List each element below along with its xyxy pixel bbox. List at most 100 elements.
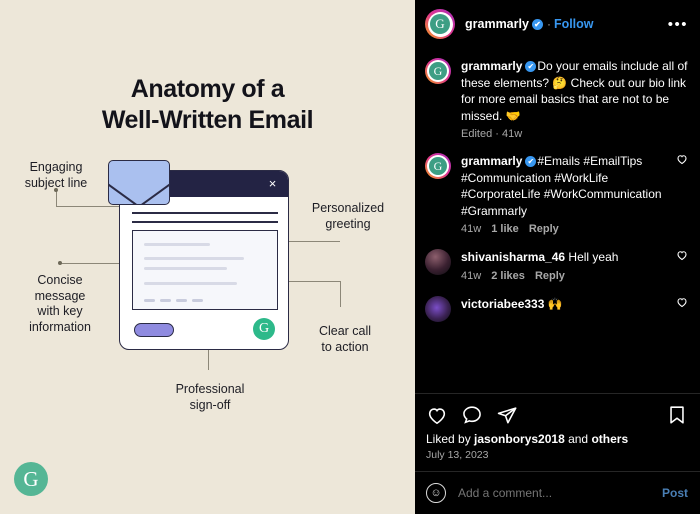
grammarly-badge-icon: G [253,318,275,340]
comment-meta: 41w 2 likes Reply [461,270,670,282]
email-send-button[interactable] [134,323,174,337]
callout-clear-call-to-action: Clear call to action [300,324,390,355]
like-comment-icon[interactable] [676,249,688,261]
comment-username[interactable]: shivanisharma_46 [461,250,565,264]
comment-text: grammarly ✔ #Emails #EmailTips #Communicat… [461,153,670,219]
likes-username[interactable]: jasonborys2018 [474,432,565,446]
connector-subject-line-stem [56,190,57,207]
add-comment-bar: ☺ Post [415,471,700,514]
avatar [425,295,451,322]
post-date: July 13, 2023 [426,449,489,461]
comment-time: 41w [461,223,482,235]
callout-line: to action [321,339,369,354]
callout-line: with key [37,304,83,318]
comment-avatar[interactable] [425,249,451,282]
comment-body: grammarly ✔ #Emails #EmailTips #Communicat… [461,153,670,235]
email-signature-dash [160,299,171,302]
account-username[interactable]: grammarly ✔ [465,17,544,31]
email-body-line [144,243,210,246]
post-header: G grammarly ✔ · Follow ••• [415,0,700,48]
email-body-line [144,257,244,260]
email-body-line [144,282,237,285]
caption-avatar[interactable]: G [425,58,451,140]
comments-scroll-area[interactable]: G grammarly ✔ Do your emails include all o… [415,48,700,393]
comment-item: victoriabee333 🙌 [425,282,688,322]
likes-middle: and [564,432,592,446]
comment-reply-button[interactable]: Reply [535,270,565,282]
callout-line: Professional [175,382,245,396]
comment-item: G grammarly ✔ #Emails #EmailTips #Communic… [425,140,688,235]
emoji-icon[interactable]: ☺ [426,483,446,503]
comment-likes[interactable]: 1 like [491,223,519,235]
comment-input[interactable] [458,486,662,500]
callout-professional-sign-off: Professional sign-off [155,382,265,413]
share-icon[interactable] [496,404,518,426]
connector-cta-stem [340,281,341,307]
heart-icon[interactable] [426,404,448,426]
callout-line: subject line [24,175,88,190]
post-image[interactable]: Anatomy of a Well-Written Email Engaging… [0,0,415,514]
post-caption: G grammarly ✔ Do your emails include all o… [425,48,688,140]
likes-summary: Liked by jasonborys2018 and others [415,432,700,446]
email-body-line [144,267,227,270]
bookmark-icon[interactable] [666,404,688,426]
instagram-post-screen: Anatomy of a Well-Written Email Engaging… [0,0,700,514]
page-title: Anatomy of a Well-Written Email [0,74,415,136]
comment-body: shivanisharma_46 Hell yeah 41w 2 likes R… [461,249,670,282]
title-line-1: Anatomy of a [130,75,285,103]
comment-avatar[interactable]: G [425,153,451,235]
comment-body-text: Hell yeah [568,250,619,264]
comment-icon[interactable] [461,404,483,426]
comment-meta: 41w 1 like Reply [461,223,670,235]
instagram-sidebar: G grammarly ✔ · Follow ••• G grammarly ✔… [415,0,700,514]
likes-others[interactable]: others [591,432,628,446]
avatar-letter: G [429,62,447,80]
callout-concise-message: Concise message with key information [12,273,108,335]
callout-line: information [29,319,91,334]
follow-button[interactable]: Follow [554,17,594,31]
more-options-icon[interactable]: ••• [668,16,688,33]
avatar [425,249,451,275]
callout-line: Clear call [318,324,372,338]
comment-reply-button[interactable]: Reply [529,223,559,235]
callout-line: greeting [325,216,371,231]
grammarly-logo: G [14,462,48,496]
comment-likes[interactable]: 2 likes [491,270,525,282]
email-signature-dash [176,299,187,302]
comment-username[interactable]: grammarly [461,154,522,168]
post-comment-button[interactable]: Post [662,486,688,500]
comment-item: shivanisharma_46 Hell yeah 41w 2 likes R… [425,235,688,282]
likes-prefix: Liked by [426,432,475,446]
avatar-inner: G [427,155,449,177]
comment-username[interactable]: victoriabee333 [461,297,544,311]
avatar: G [425,153,451,179]
caption-body: grammarly ✔ Do your emails include all of … [461,58,688,140]
verified-badge-icon: ✔ [531,19,543,30]
email-signature-dash [192,299,203,302]
callout-line: Engaging [29,160,83,174]
like-comment-icon[interactable] [676,296,688,308]
username-text: grammarly [465,17,529,31]
verified-badge-icon: ✔ [525,61,537,72]
caption-username[interactable]: grammarly [461,59,522,73]
email-subject-line [132,212,278,214]
header-separator: · [546,17,551,31]
caption-text: grammarly ✔ Do your emails include all of … [461,58,688,124]
connector-subject-line [56,206,128,207]
comment-body-text: 🙌 [547,296,563,311]
caption-meta: Edited · 41w [461,128,523,140]
avatar-inner: G [427,11,453,37]
callout-line: Personalized [311,201,385,215]
callout-personalized-greeting: Personalized greeting [298,201,398,232]
title-line-2: Well-Written Email [101,106,314,134]
comment-avatar[interactable] [425,295,451,322]
close-icon[interactable]: × [266,177,279,190]
envelope-icon [108,160,170,205]
email-body-box [132,230,278,310]
comment-time: 41w [461,269,482,282]
comment-body: victoriabee333 🙌 [461,296,670,322]
like-comment-icon[interactable] [676,153,688,165]
email-signature-dash [144,299,155,302]
avatar[interactable]: G [425,9,455,39]
connector-dot-concise [58,261,62,265]
